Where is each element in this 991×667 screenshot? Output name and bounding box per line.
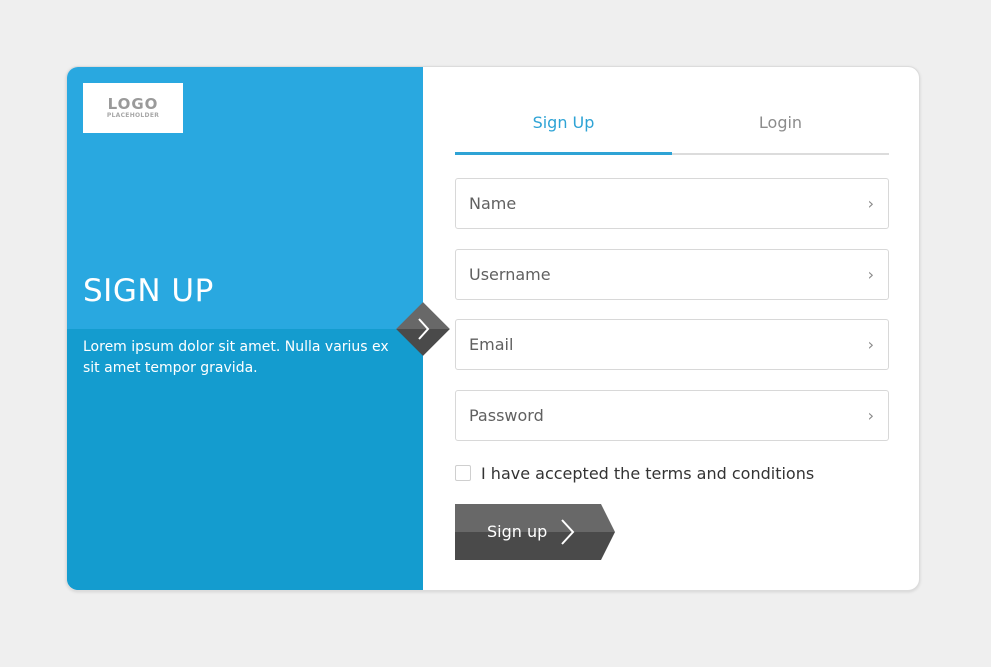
username-field-container: ›	[455, 249, 889, 300]
chevron-right-icon: ›	[867, 193, 874, 213]
auth-tabs: Sign Up Login	[455, 101, 889, 155]
logo: LOGO PLACEHOLDER	[83, 83, 183, 133]
sign-up-button[interactable]: Sign up	[455, 504, 615, 560]
tab-login[interactable]: Login	[672, 101, 889, 153]
chevron-right-icon	[404, 310, 442, 348]
name-field-container: ›	[455, 178, 889, 229]
logo-text: LOGO	[107, 95, 159, 113]
terms-checkbox[interactable]	[455, 465, 471, 481]
sign-up-button-label: Sign up	[487, 522, 548, 541]
chevron-right-icon: ›	[867, 405, 874, 425]
panel-title: SIGN UP	[83, 273, 214, 309]
panel-description: Lorem ipsum dolor sit amet. Nulla varius…	[83, 339, 389, 376]
signup-card: LOGO PLACEHOLDER SIGN UP Lorem ipsum dol…	[66, 66, 920, 591]
email-field-container: ›	[455, 319, 889, 370]
password-field-container: ›	[455, 390, 889, 441]
terms-label[interactable]: I have accepted the terms and conditions	[481, 464, 814, 483]
terms-row: I have accepted the terms and conditions	[455, 463, 814, 483]
email-field[interactable]	[456, 320, 888, 369]
logo-subtext: PLACEHOLDER	[106, 112, 160, 119]
chevron-right-icon: ›	[867, 334, 874, 354]
username-field[interactable]	[456, 250, 888, 299]
tab-sign-up[interactable]: Sign Up	[455, 101, 672, 155]
password-field[interactable]	[456, 391, 888, 440]
name-field[interactable]	[456, 179, 888, 228]
chevron-right-icon: ›	[867, 264, 874, 284]
